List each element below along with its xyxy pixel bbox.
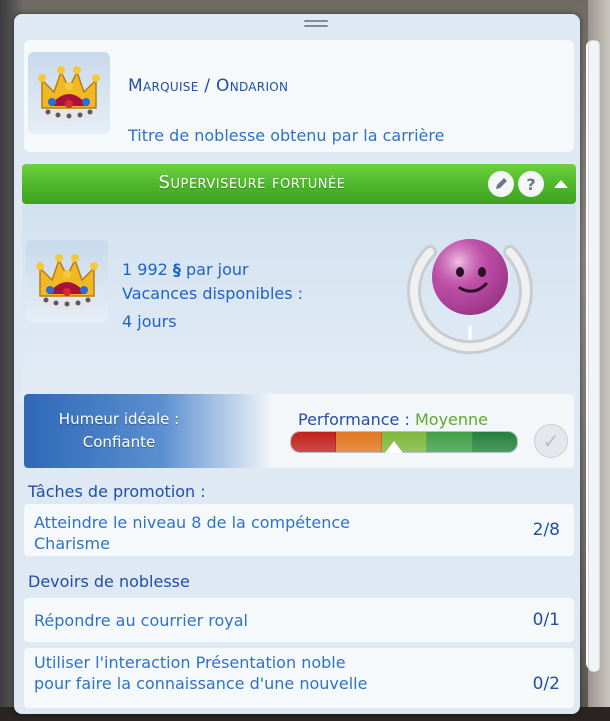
mood-performance-row: Humeur idéale : Confiante Performance : … — [24, 394, 574, 468]
performance-segment — [472, 432, 517, 452]
duty-text: Répondre au courrier royal — [34, 611, 248, 630]
performance-segment — [291, 432, 337, 452]
task-count: 2/8 — [532, 520, 560, 540]
performance-segment — [427, 432, 473, 452]
vacation-label: Vacances disponibles : — [122, 284, 304, 303]
duty-count: 0/2 — [532, 674, 560, 694]
duty-item[interactable]: Répondre au courrier royal 0/1 — [24, 598, 574, 642]
performance-marker — [384, 441, 403, 453]
edit-button[interactable] — [488, 171, 514, 197]
ideal-mood-block: Humeur idéale : Confiante — [24, 394, 274, 468]
performance-value: Moyenne — [414, 410, 488, 429]
noble-title-card: Marquise / Ondarion Titre de noblesse ob… — [24, 40, 574, 152]
help-icon: ? — [526, 174, 536, 194]
promotion-heading: Tâches de promotion : — [28, 482, 206, 501]
duties-heading: Devoirs de noblesse — [28, 572, 190, 591]
help-button[interactable]: ? — [518, 171, 544, 197]
scrollbar-thumb[interactable] — [588, 40, 600, 672]
noble-title-name: Marquise / Ondarion — [128, 76, 289, 96]
promotion-task[interactable]: Atteindre le niveau 8 de la compétence C… — [24, 504, 574, 556]
performance-label: Performance : Moyenne — [298, 410, 488, 429]
career-crown-icon — [26, 240, 108, 322]
task-text: Atteindre le niveau 8 de la compétence C… — [34, 513, 351, 553]
duty-item[interactable]: Utiliser l'interaction Présentation nobl… — [24, 648, 574, 708]
performance-segment — [336, 432, 382, 452]
career-title: Superviseure fortunée — [158, 172, 346, 193]
ideal-mood-label: Humeur idéale : — [58, 410, 180, 428]
pencil-icon — [496, 178, 507, 189]
mood-gauge — [400, 222, 540, 362]
confirm-button[interactable]: ✓ — [534, 424, 568, 458]
duty-count: 0/1 — [532, 610, 560, 630]
check-icon: ✓ — [542, 429, 560, 453]
ideal-mood-value: Confiante — [82, 433, 156, 451]
career-header[interactable]: Superviseure fortunée ? — [22, 164, 576, 204]
drag-handle[interactable] — [304, 20, 328, 30]
confident-mood-face-icon — [432, 239, 508, 315]
salary-line: 1 992 § par jour — [122, 260, 249, 279]
salary-value: 1 992 — [122, 260, 168, 279]
career-panel: Marquise / Ondarion Titre de noblesse ob… — [14, 14, 580, 714]
vacation-value: 4 jours — [122, 312, 177, 331]
performance-bar — [290, 431, 518, 453]
simoleon-icon: § — [172, 260, 181, 279]
crown-icon — [28, 52, 110, 134]
salary-unit: par jour — [186, 260, 249, 279]
duty-text: Utiliser l'interaction Présentation nobl… — [34, 653, 368, 693]
collapse-icon[interactable] — [554, 180, 568, 188]
noble-title-description: Titre de noblesse obtenu par la carrière — [128, 126, 445, 145]
